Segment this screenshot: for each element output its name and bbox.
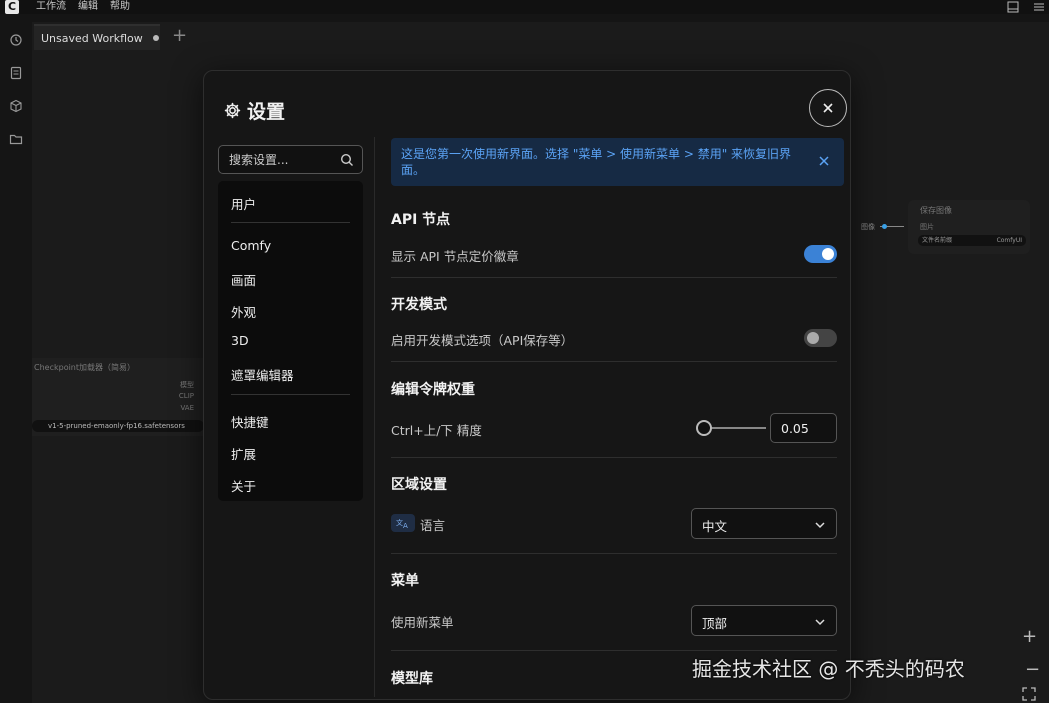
workflow-tab-bar: Unsaved Workflow + [32,22,1049,50]
output-model[interactable]: 模型 [180,380,194,390]
output-vae[interactable]: VAE [180,404,194,412]
output-dot-icon[interactable] [882,224,887,229]
hamburger-menu-icon[interactable] [1033,0,1045,17]
node-library-cube-icon[interactable] [9,98,23,113]
nav-item-user[interactable]: 用户 [231,194,256,213]
gear-icon [224,102,241,119]
section-divider [391,277,837,278]
close-banner-icon[interactable] [818,155,830,171]
translate-icon: 文A [391,514,415,532]
add-tab-button[interactable]: + [172,27,187,45]
zoom-in-button[interactable]: + [1022,626,1037,647]
chevron-down-icon [815,522,825,529]
node-output-label: 图像 [861,223,875,231]
sidebar-rail [0,22,32,703]
nav-item-about[interactable]: 关于 [231,476,256,495]
banner-text: 这是您第一次使用新界面。选择 "菜单 > 使用新菜单 > 禁用" 来恢复旧界面。 [401,147,792,177]
settings-dialog: 设置 用户 Comfy 画面 外观 3D 遮罩编辑器 快捷键 扩展 关于 这是您… [203,70,851,700]
nav-item-canvas[interactable]: 画面 [231,270,256,289]
panel-toggle-icon[interactable] [1007,0,1019,17]
settings-nav: 用户 Comfy 画面 外观 3D 遮罩编辑器 快捷键 扩展 关于 [218,181,363,501]
dialog-title: 设置 [247,101,286,123]
nav-item-comfy[interactable]: Comfy [231,238,271,253]
zoom-out-button[interactable]: − [1025,659,1040,680]
chevron-down-icon [815,619,825,626]
section-title-locale: 区域设置 [391,477,447,493]
search-icon[interactable] [340,153,354,167]
setting-label-api-badge: 显示 API 节点定价徽章 [391,249,519,264]
tab-label: Unsaved Workflow [41,31,143,45]
settings-content: 这是您第一次使用新界面。选择 "菜单 > 使用新菜单 > 禁用" 来恢复旧界面。… [391,138,844,699]
nav-divider [231,222,350,223]
setting-label-language: 语言 [420,518,446,533]
output-clip[interactable]: CLIP [179,392,194,400]
search-input[interactable] [229,152,337,167]
tab-unsaved-workflow[interactable]: Unsaved Workflow [34,24,160,50]
checkpoint-loader-node[interactable]: Checkpoint加载器（简易） 模型 CLIP VAE v1-5-prune… [32,358,204,436]
ckpt-name-value: v1-5-pruned-emaonly-fp16.safetensors [48,422,185,430]
section-divider [391,457,837,458]
new-menu-value: 顶部 [702,616,728,631]
svg-text:A: A [403,522,408,529]
node-title: Checkpoint加载器（简易） [34,363,136,372]
menu-edit[interactable]: 编辑 [78,0,98,14]
widget-value: ComfyUI [996,237,1022,244]
comfyui-logo-icon[interactable]: C [0,0,24,14]
nav-item-keybinding[interactable]: 快捷键 [231,412,269,431]
setting-label-new-menu: 使用新菜单 [391,615,454,630]
nav-item-3d[interactable]: 3D [231,333,249,348]
section-title-dev: 开发模式 [391,297,447,313]
setting-label-precision: Ctrl+上/下 精度 [391,423,482,438]
input-images[interactable]: 图片 [920,222,934,232]
section-title-token-weight: 编辑令牌权重 [391,382,475,398]
widget-label: 文件名前缀 [922,237,953,244]
nav-item-extensions[interactable]: 扩展 [231,444,256,463]
svg-text:文: 文 [396,518,403,527]
nav-item-appearance[interactable]: 外观 [231,302,256,321]
node-title: 保存图像 [920,206,952,215]
history-icon[interactable] [9,32,23,46]
fit-view-icon[interactable] [1022,686,1036,703]
queue-icon[interactable] [9,65,23,80]
watermark-text: 掘金技术社区 @ 不秃头的码农 [692,657,965,681]
language-value: 中文 [702,519,728,534]
api-badge-toggle[interactable] [804,245,837,263]
setting-label-dev-mode: 启用开发模式选项（API保存等） [391,333,574,348]
precision-slider[interactable] [696,420,766,436]
dialog-header: 设置 [224,97,285,124]
new-menu-select[interactable]: 顶部 [691,605,837,636]
dev-mode-toggle[interactable] [804,329,837,347]
menu-workflow[interactable]: 工作流 [36,0,66,14]
folder-icon[interactable] [9,131,23,145]
ckpt-name-widget[interactable]: v1-5-pruned-emaonly-fp16.safetensors [32,420,204,432]
section-divider [391,553,837,554]
section-title-model-library: 模型库 [391,671,433,687]
nav-item-mask-editor[interactable]: 遮罩编辑器 [231,365,294,384]
section-divider [391,650,837,651]
section-title-menu: 菜单 [391,573,419,589]
language-select[interactable]: 中文 [691,508,837,539]
close-button[interactable] [809,89,847,127]
precision-input[interactable]: 0.05 [770,413,837,443]
settings-search [218,145,363,174]
filename-prefix-widget[interactable]: 文件名前缀 ComfyUI [918,235,1026,246]
save-image-node[interactable]: 保存图像 图片 文件名前缀 ComfyUI [908,200,1030,254]
menu-bar: C 工作流 编辑 帮助 [0,0,1049,14]
section-title-api: API 节点 [391,212,451,228]
info-banner: 这是您第一次使用新界面。选择 "菜单 > 使用新菜单 > 禁用" 来恢复旧界面。 [391,138,844,186]
panel-divider [374,137,375,697]
menu-help[interactable]: 帮助 [110,0,130,14]
nav-divider [231,394,350,395]
unsaved-dot-icon[interactable] [152,35,159,41]
close-icon [823,103,833,113]
slider-thumb[interactable] [696,420,712,436]
section-divider [391,361,837,362]
